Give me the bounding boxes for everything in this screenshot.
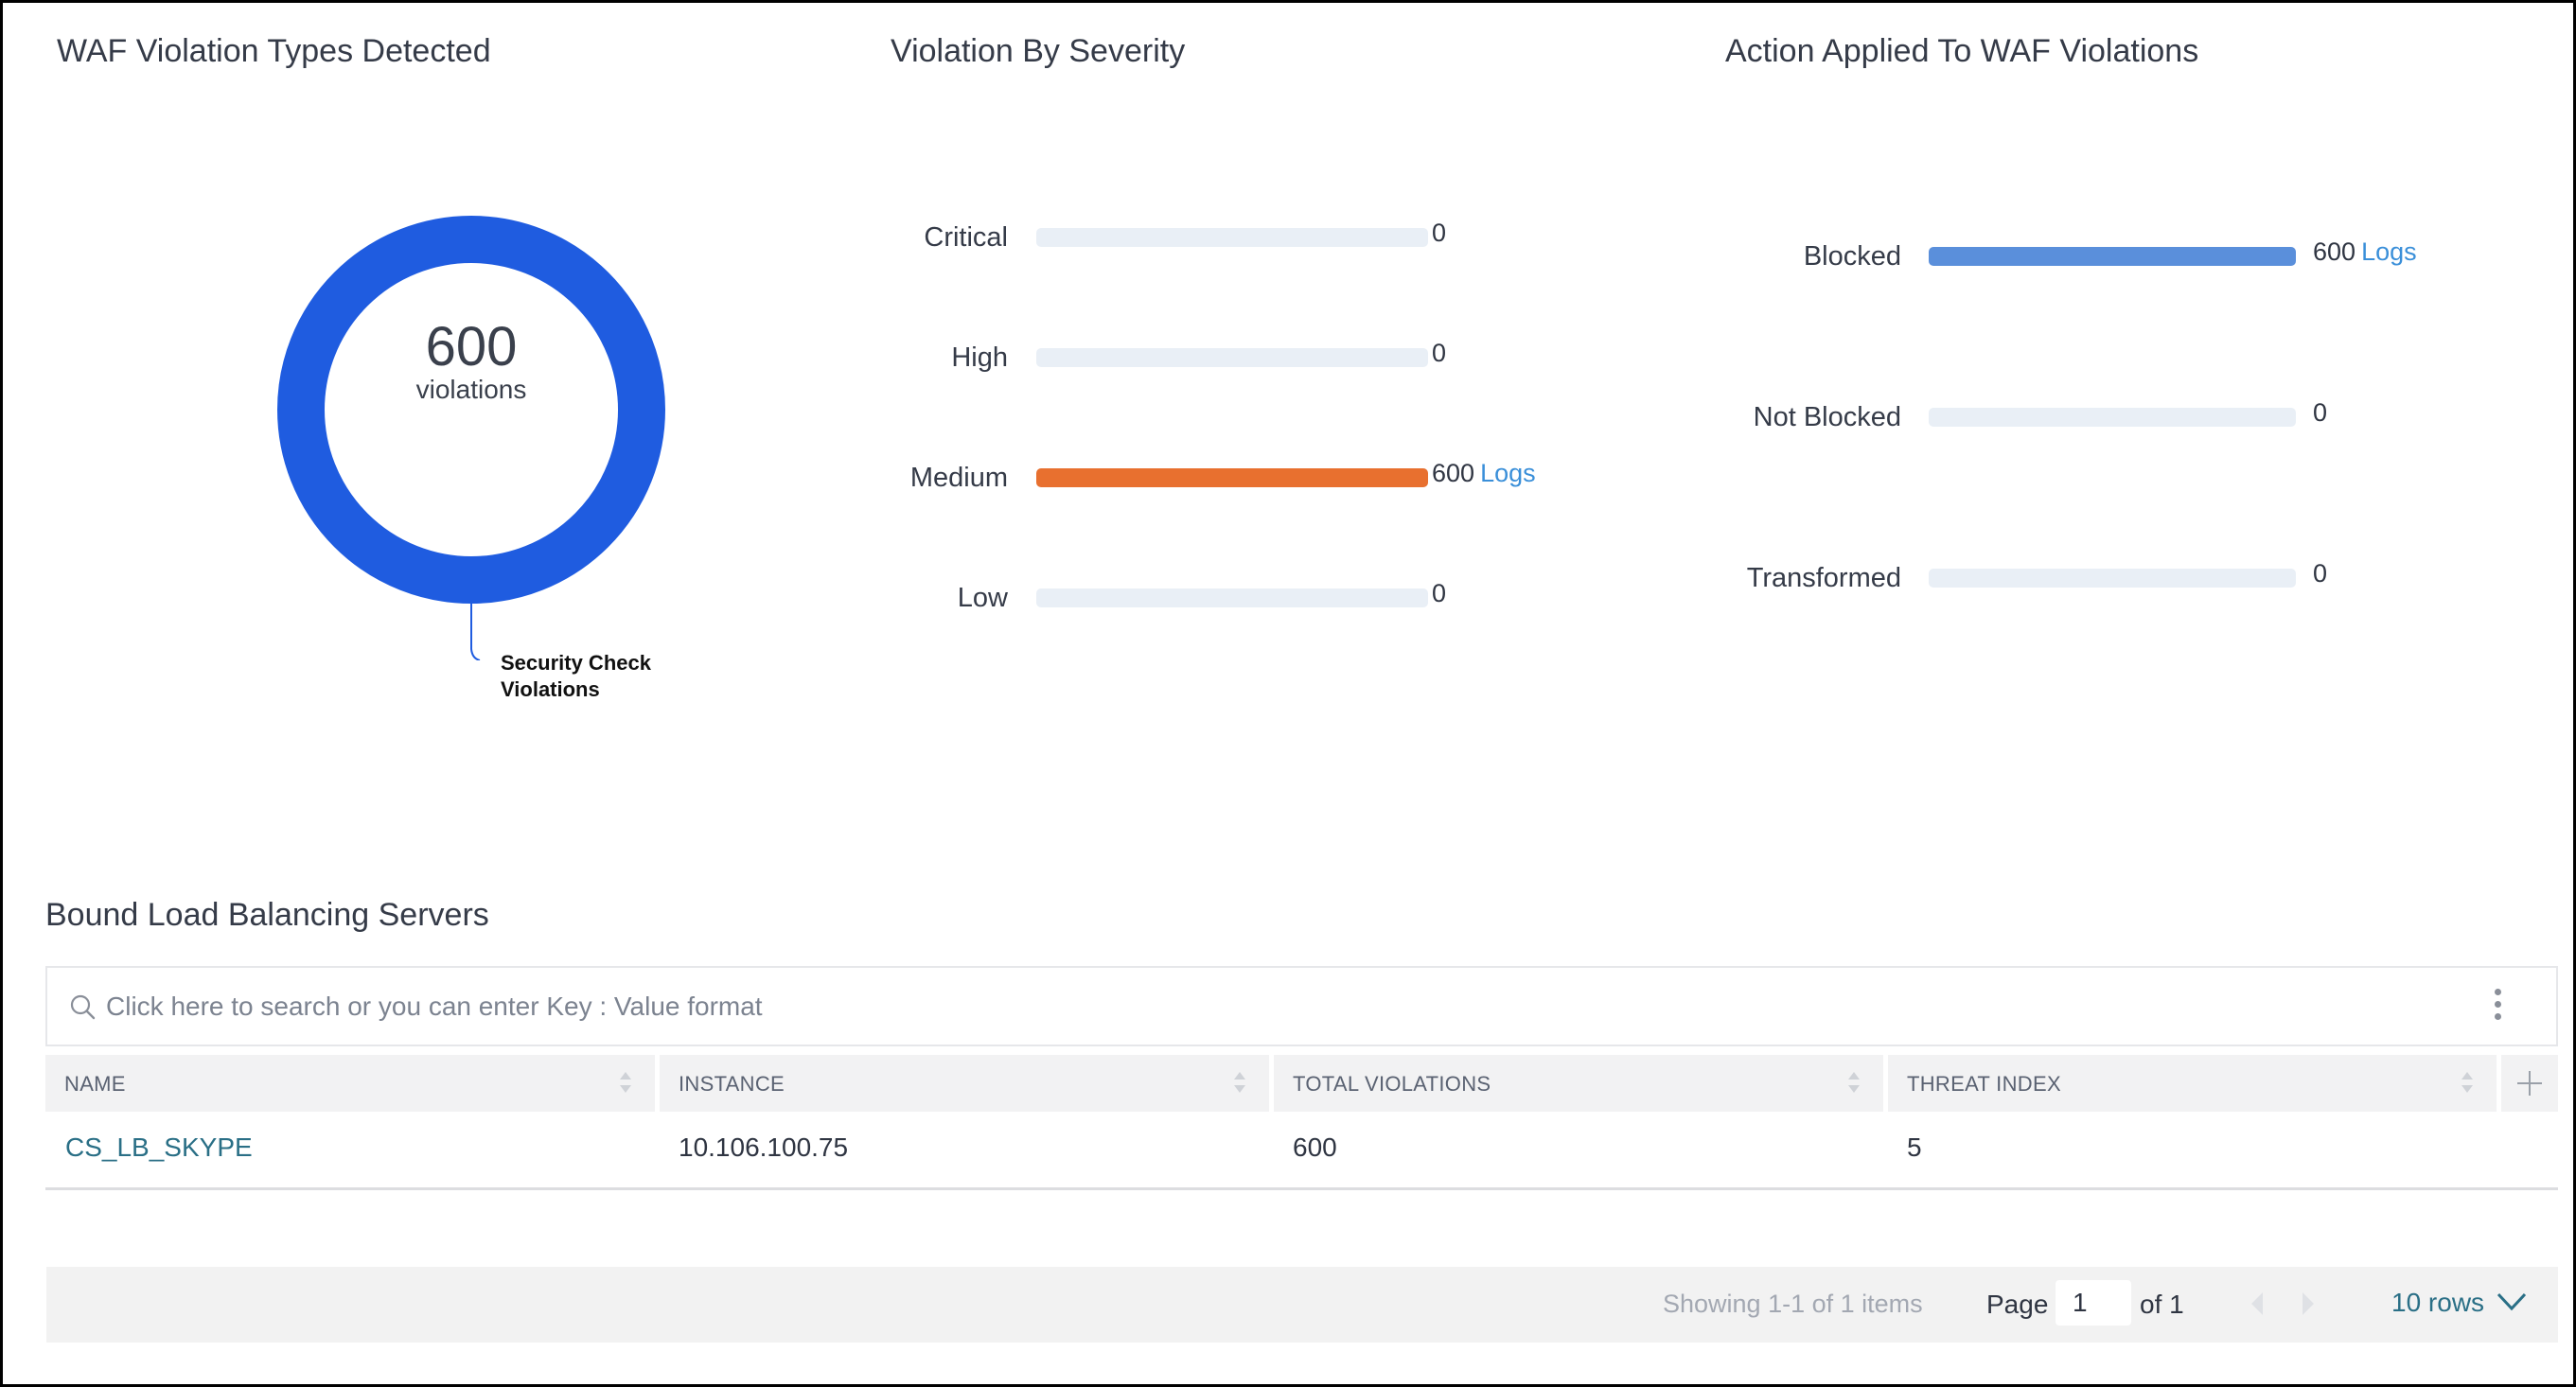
waf-dashboard: WAF Violation Types Detected 600 violati… bbox=[0, 0, 2576, 1387]
donut-legend-label: Security Check Violations bbox=[501, 651, 651, 701]
donut-total-value: 600 bbox=[425, 316, 518, 377]
table-row: CS_LB_SKYPE 10.106.100.75 600 5 bbox=[45, 1112, 2558, 1190]
bar-value-number: 600 bbox=[1432, 459, 1475, 487]
bar-value-number: 600 bbox=[2313, 237, 2356, 266]
bar-track-not-blocked bbox=[1929, 408, 2296, 427]
bar-track-critical bbox=[1036, 228, 1428, 247]
violation-types-donut: 600 violations bbox=[277, 216, 665, 604]
bar-track-medium bbox=[1036, 468, 1428, 487]
rows-per-page-select[interactable]: 10 rows bbox=[2391, 1288, 2484, 1318]
donut-total-label: violations bbox=[415, 375, 527, 404]
bar-value-number: 0 bbox=[2313, 559, 2328, 588]
more-options-icon[interactable] bbox=[2492, 989, 2503, 1027]
showing-items-text: Showing 1-1 of 1 items bbox=[1663, 1290, 1923, 1318]
column-header-threat-index-label: THREAT INDEX bbox=[1907, 1072, 2061, 1096]
bar-value-medium: 600 Logs bbox=[1432, 459, 1536, 488]
bar-track-high bbox=[1036, 348, 1428, 367]
previous-page-icon[interactable] bbox=[2248, 1290, 2267, 1318]
bar-value-critical: 0 bbox=[1432, 219, 1446, 248]
page-number-input[interactable] bbox=[2056, 1280, 2131, 1326]
column-header-instance[interactable]: INSTANCE bbox=[660, 1055, 1269, 1112]
next-page-icon[interactable] bbox=[2299, 1290, 2318, 1318]
search-icon bbox=[70, 994, 96, 1020]
severity-title: Violation By Severity bbox=[891, 33, 1186, 69]
pagination-bar: Showing 1-1 of 1 items Page of 1 10 rows bbox=[46, 1267, 2558, 1343]
bar-value-number: 0 bbox=[1432, 579, 1447, 607]
cell-name-link[interactable]: CS_LB_SKYPE bbox=[65, 1132, 253, 1163]
page-label: Page bbox=[1986, 1290, 2049, 1319]
bar-track-low bbox=[1036, 588, 1428, 607]
action-title: Action Applied To WAF Violations bbox=[1725, 33, 2199, 69]
column-header-total-violations-label: TOTAL VIOLATIONS bbox=[1293, 1072, 1491, 1096]
logs-link-blocked[interactable]: Logs bbox=[2361, 237, 2417, 266]
violation-types-title: WAF Violation Types Detected bbox=[57, 33, 491, 69]
table-section-title: Bound Load Balancing Servers bbox=[45, 897, 489, 933]
bar-label-transformed: Transformed bbox=[1746, 563, 1901, 593]
bar-blocked[interactable] bbox=[1929, 247, 2296, 266]
donut-slice-security-check-violations[interactable] bbox=[277, 216, 665, 604]
plus-icon bbox=[2517, 1071, 2542, 1096]
column-header-total-violations[interactable]: TOTAL VIOLATIONS bbox=[1274, 1055, 1883, 1112]
sort-icon[interactable] bbox=[619, 1070, 632, 1095]
bar-value-high: 0 bbox=[1432, 339, 1446, 368]
bar-value-number: 0 bbox=[1432, 339, 1447, 367]
search-bar bbox=[45, 966, 2558, 1046]
column-header-instance-label: INSTANCE bbox=[679, 1072, 785, 1096]
sort-icon[interactable] bbox=[1233, 1070, 1246, 1095]
cell-instance: 10.106.100.75 bbox=[679, 1132, 849, 1162]
donut-svg bbox=[277, 216, 665, 604]
bar-value-number: 0 bbox=[1432, 219, 1447, 247]
donut-leader-line bbox=[470, 604, 481, 660]
cell-total-violations: 600 bbox=[1293, 1132, 1337, 1162]
chevron-down-icon[interactable] bbox=[2496, 1291, 2528, 1312]
column-header-name[interactable]: NAME bbox=[45, 1055, 655, 1112]
page-total-label: of 1 bbox=[2140, 1290, 2184, 1319]
bar-label-blocked: Blocked bbox=[1803, 241, 1901, 272]
bar-track-blocked bbox=[1929, 247, 2296, 266]
bar-track-transformed bbox=[1929, 569, 2296, 588]
bar-value-transformed: 0 bbox=[2313, 559, 2327, 588]
cell-threat-index: 5 bbox=[1907, 1132, 1922, 1162]
column-header-name-label: NAME bbox=[64, 1072, 126, 1096]
bar-label-high: High bbox=[951, 342, 1008, 373]
bar-value-blocked: 600 Logs bbox=[2313, 237, 2417, 267]
bar-label-low: Low bbox=[957, 583, 1008, 613]
logs-link-medium[interactable]: Logs bbox=[1480, 459, 1536, 487]
bar-label-critical: Critical bbox=[924, 222, 1008, 253]
sort-icon[interactable] bbox=[2461, 1070, 2474, 1095]
bar-value-low: 0 bbox=[1432, 579, 1446, 608]
bar-value-number: 0 bbox=[2313, 398, 2328, 427]
sort-icon[interactable] bbox=[1847, 1070, 1861, 1095]
bar-label-medium: Medium bbox=[909, 463, 1008, 493]
bar-value-not-blocked: 0 bbox=[2313, 398, 2327, 428]
search-input[interactable] bbox=[106, 983, 2377, 1030]
add-column-button[interactable] bbox=[2501, 1055, 2558, 1112]
bar-medium[interactable] bbox=[1036, 468, 1428, 487]
bar-label-not-blocked: Not Blocked bbox=[1753, 402, 1901, 432]
column-header-threat-index[interactable]: THREAT INDEX bbox=[1888, 1055, 2497, 1112]
